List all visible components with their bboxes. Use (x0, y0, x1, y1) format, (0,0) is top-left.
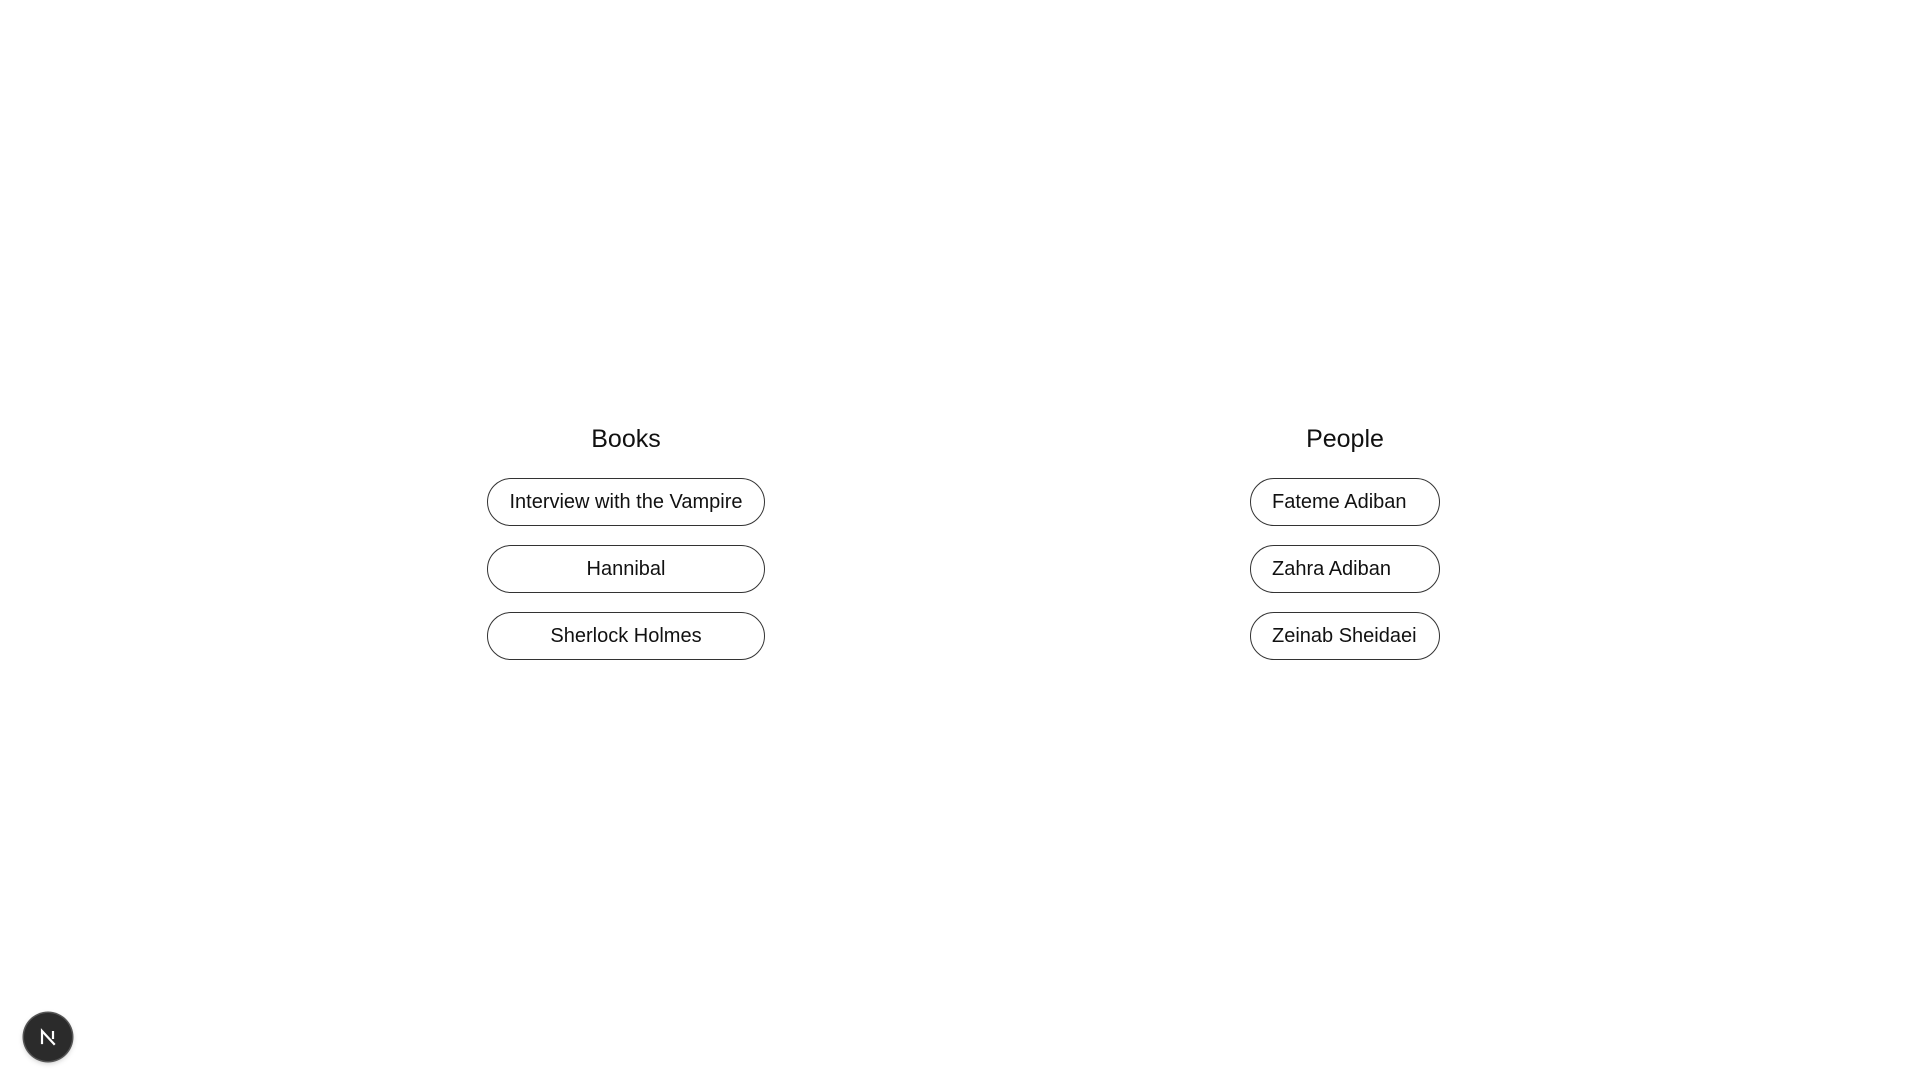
people-column: People Fateme Adiban Zahra Adiban Zeinab… (1250, 422, 1440, 679)
nextjs-logo-icon (40, 1028, 56, 1046)
books-column: Books Interview with the Vampire Hanniba… (487, 422, 765, 679)
person-item-zahra-adiban[interactable]: Zahra Adiban (1250, 545, 1440, 593)
book-item-interview-with-the-vampire[interactable]: Interview with the Vampire (487, 478, 765, 526)
book-item-sherlock-holmes[interactable]: Sherlock Holmes (487, 612, 765, 660)
page: Books Interview with the Vampire Hanniba… (0, 0, 1920, 1080)
person-item-fateme-adiban[interactable]: Fateme Adiban (1250, 478, 1440, 526)
books-heading: Books (591, 425, 661, 453)
person-item-zeinab-sheidaei[interactable]: Zeinab Sheidaei (1250, 612, 1440, 660)
nextjs-dev-indicator-button[interactable] (24, 1013, 72, 1061)
book-item-hannibal[interactable]: Hannibal (487, 545, 765, 593)
people-heading: People (1306, 425, 1384, 453)
